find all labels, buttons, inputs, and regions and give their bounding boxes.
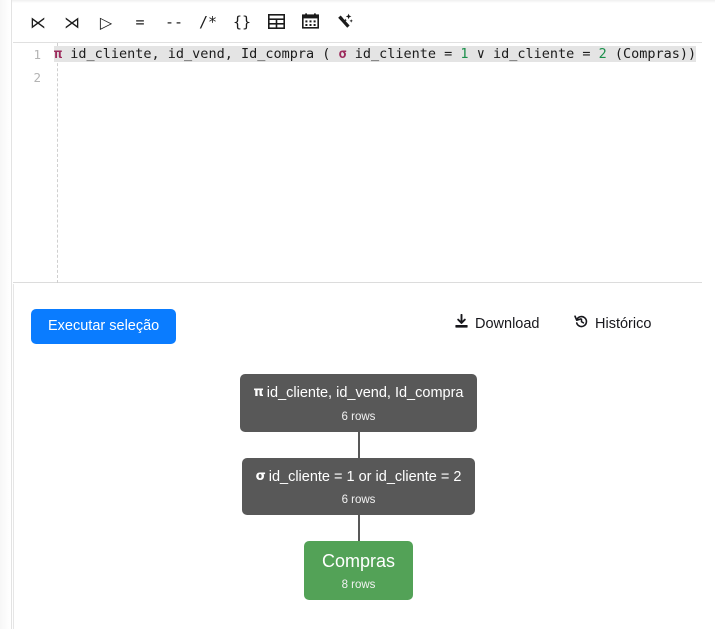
double-dash-icon: --	[164, 13, 184, 31]
selection-symbol-icon: σ	[255, 468, 266, 484]
table-icon	[267, 13, 285, 32]
selection-node-predicate: id_cliente = 1 or id_cliente = 2	[268, 468, 462, 485]
code-line-1[interactable]: 1 π id_cliente, id_vend, Id_compra ( σ i…	[13, 43, 702, 66]
projection-node-title: π id_cliente, id_vend, Id_compra	[254, 385, 464, 402]
editor-toolbar: ⋉ ⋊ ▷ = -- /* {}	[13, 3, 702, 43]
selection-node-rowcount: 6 rows	[341, 494, 376, 507]
braces-icon: {}	[232, 13, 252, 31]
code-editor[interactable]: 1 π id_cliente, id_vend, Id_compra ( σ i…	[13, 43, 702, 283]
history-icon	[574, 314, 589, 333]
projection-node-attrs: id_cliente, id_vend, Id_compra	[266, 385, 464, 401]
equals-icon: =	[135, 13, 145, 31]
projection-symbol: π	[54, 46, 63, 62]
relational-algebra-editor: ⋉ ⋊ ▷ = -- /* {} 1 π id_cliente, id_vend…	[0, 0, 715, 629]
run-selection-button[interactable]: Executar seleção	[31, 309, 177, 344]
line-number: 2	[33, 70, 41, 85]
right-semi-join-icon: ⋊	[64, 12, 80, 32]
history-label: Histórico	[595, 315, 652, 332]
magic-wand-icon	[335, 13, 353, 33]
results-panel: Executar seleção Download Histórico π id…	[13, 284, 702, 629]
selection-node-title: σ id_cliente = 1 or id_cliente = 2	[256, 469, 462, 486]
relation-node-compras[interactable]: Compras 8 rows	[303, 541, 414, 601]
code-line-1-content[interactable]: π id_cliente, id_vend, Id_compra ( σ id_…	[49, 43, 702, 66]
block-comment-button[interactable]: /*	[193, 8, 223, 38]
execute-play-button[interactable]: ▷	[91, 8, 121, 38]
page-left-gutter	[0, 0, 12, 629]
left-semi-join-button[interactable]: ⋉	[23, 8, 53, 38]
relation-node-title: Compras	[321, 551, 396, 572]
format-magic-button[interactable]	[329, 8, 359, 38]
selection-symbol: σ	[338, 46, 347, 62]
tree-connector	[357, 431, 360, 458]
history-button[interactable]: Histórico	[574, 314, 651, 333]
selection-node[interactable]: σ id_cliente = 1 or id_cliente = 2 6 rows	[241, 457, 476, 516]
code-text: id_cliente =	[346, 46, 461, 62]
insert-table-button[interactable]	[261, 8, 291, 38]
code-text: id_cliente, id_vend, Id_compra (	[62, 46, 339, 62]
play-triangle-icon: ▷	[99, 12, 113, 32]
code-line-2[interactable]: 2	[13, 66, 702, 89]
query-plan-tree: π id_cliente, id_vend, Id_compra 6 rows σ…	[14, 374, 703, 601]
code-text: ∨ id_cliente =	[468, 46, 599, 62]
results-action-bar: Executar seleção Download Histórico	[14, 306, 703, 356]
projection-node[interactable]: π id_cliente, id_vend, Id_compra 6 rows	[239, 374, 478, 432]
download-button[interactable]: Download	[454, 313, 540, 333]
equals-button[interactable]: =	[125, 8, 155, 38]
line-number: 1	[33, 47, 41, 62]
download-icon	[454, 313, 469, 333]
line-comment-button[interactable]: --	[159, 8, 189, 38]
code-number: 2	[598, 46, 607, 62]
calendar-icon	[301, 13, 319, 32]
braces-button[interactable]: {}	[227, 8, 257, 38]
download-label: Download	[475, 315, 540, 332]
code-number: 1	[460, 46, 469, 62]
code-text: (Compras))	[606, 46, 697, 62]
relation-node-rowcount: 8 rows	[341, 579, 376, 592]
projection-symbol-icon: π	[253, 385, 264, 400]
tree-connector	[357, 515, 360, 542]
projection-node-rowcount: 6 rows	[341, 410, 376, 423]
block-comment-icon: /*	[198, 13, 218, 31]
insert-date-button[interactable]	[295, 8, 325, 38]
left-semi-join-icon: ⋉	[30, 12, 46, 32]
right-semi-join-button[interactable]: ⋊	[57, 8, 87, 38]
